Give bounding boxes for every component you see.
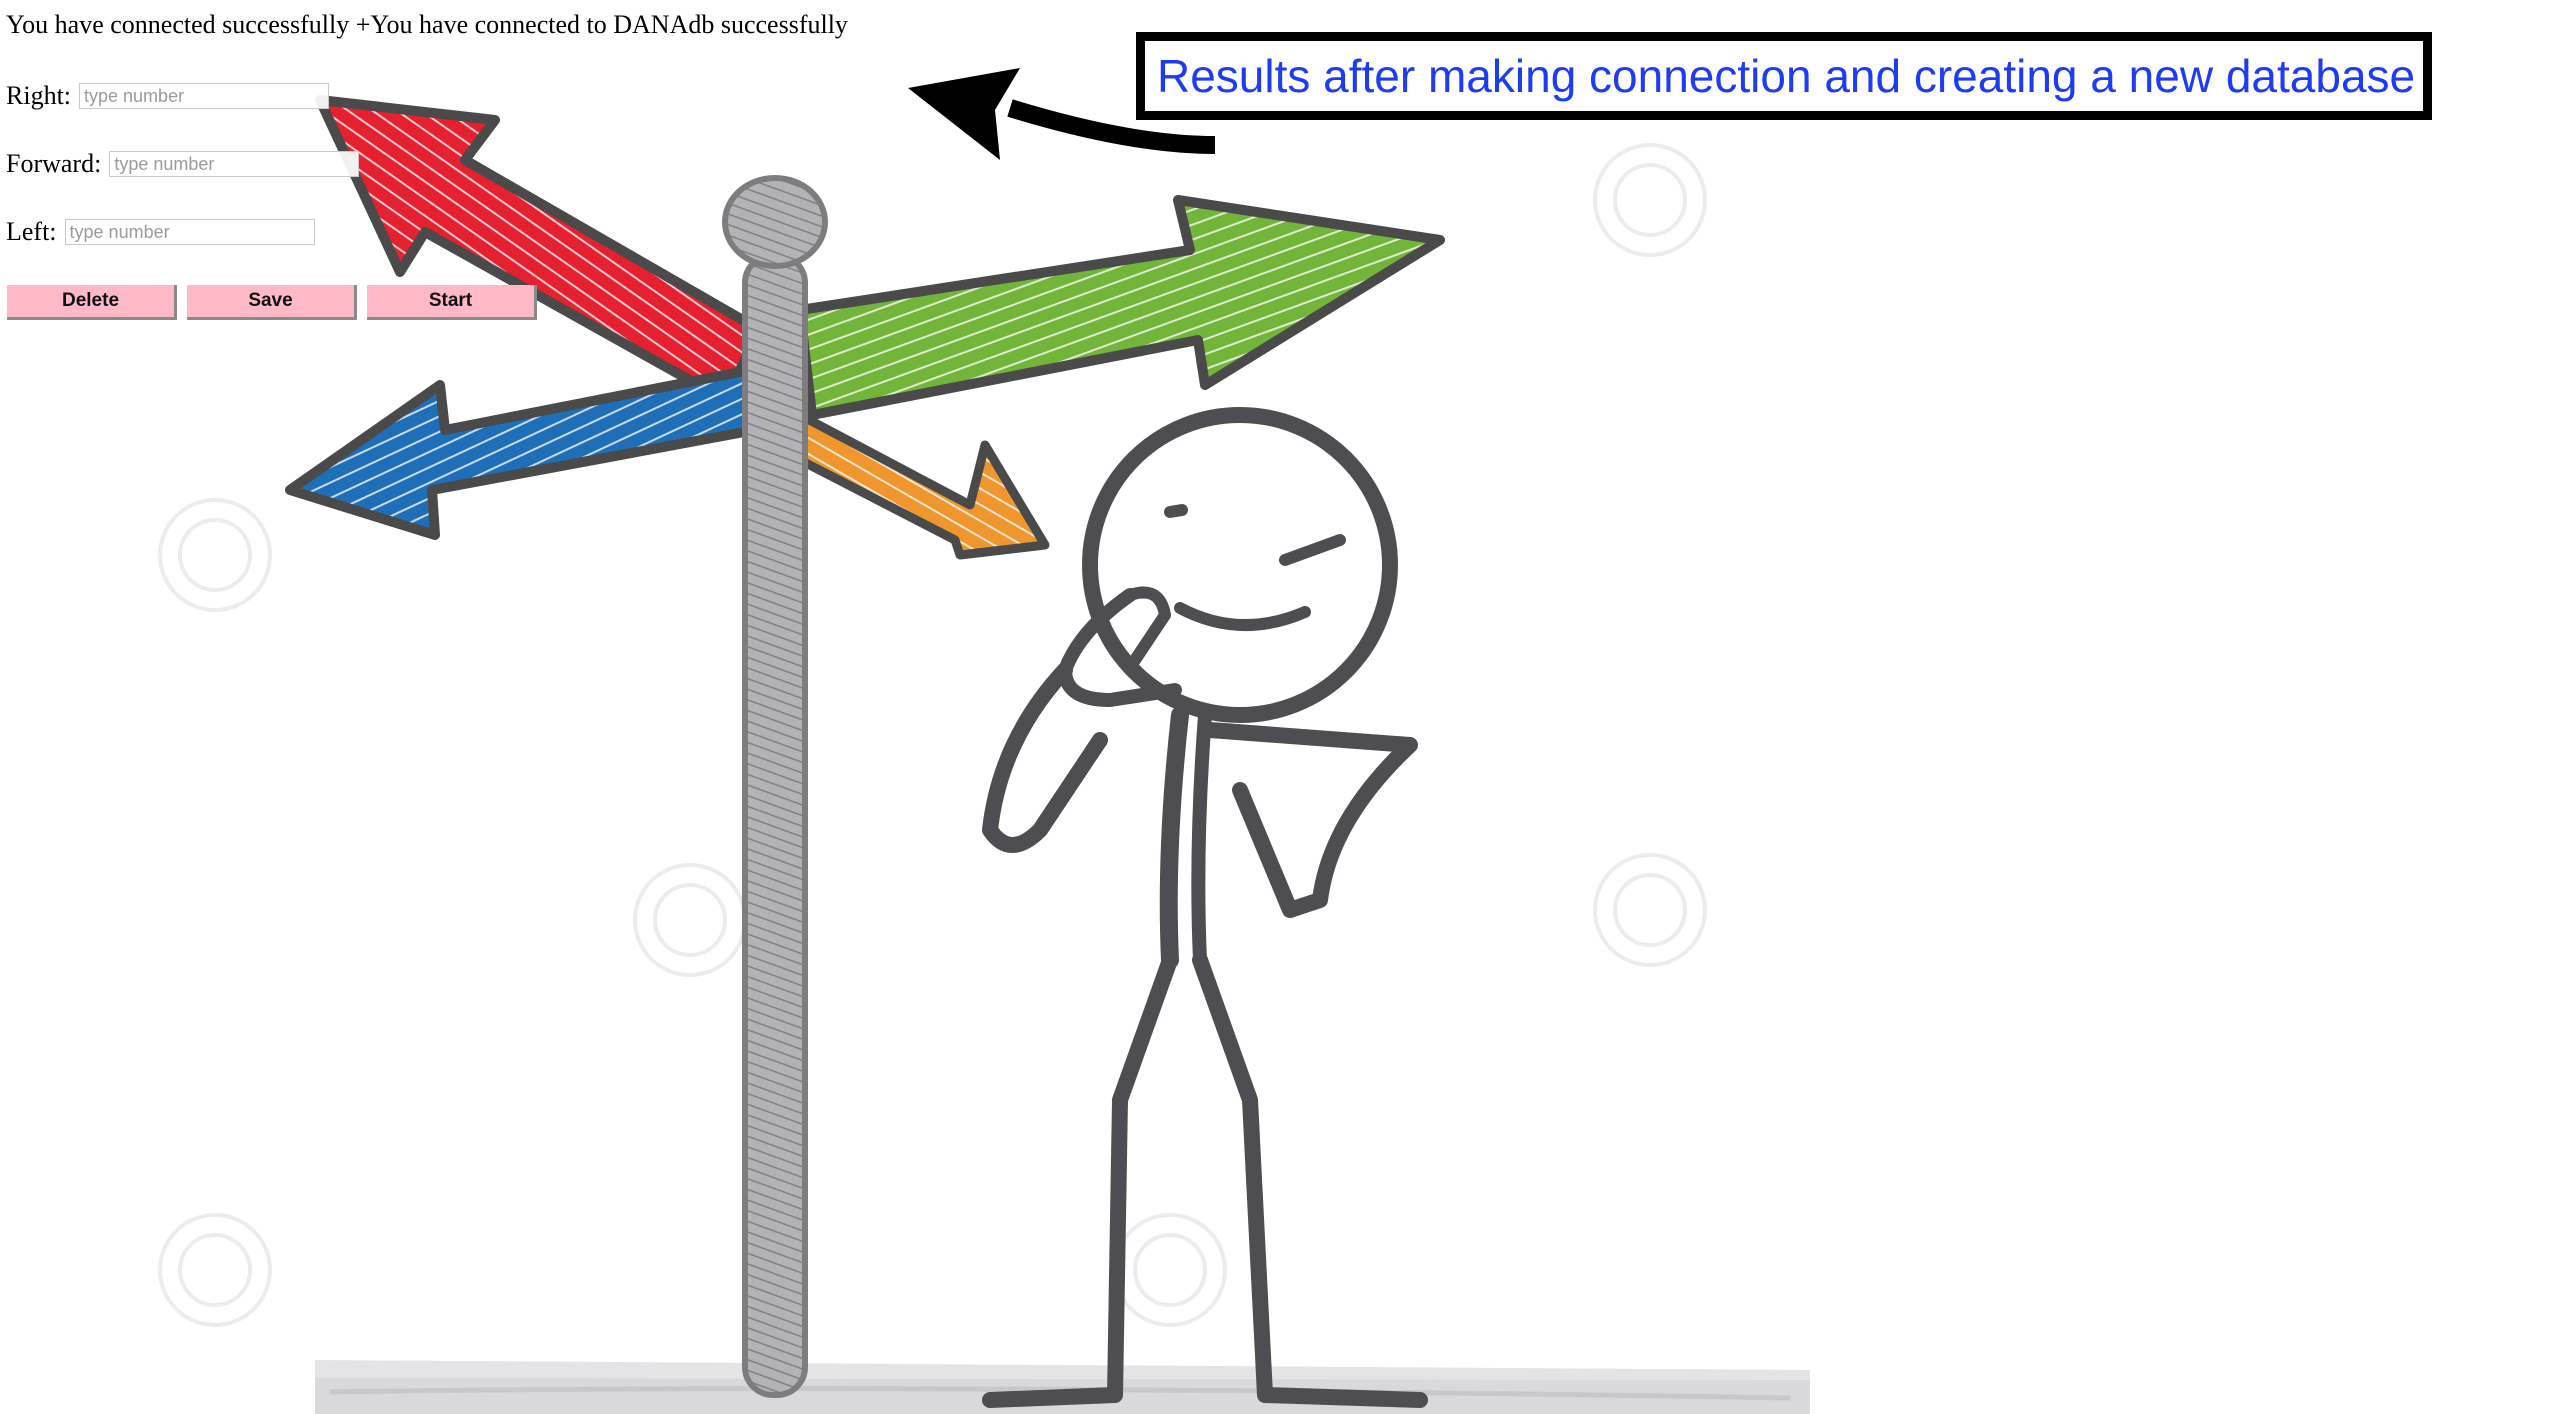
save-button[interactable]: Save: [187, 285, 357, 320]
annotation-callout: Results after making connection and crea…: [1136, 32, 2432, 120]
start-button[interactable]: Start: [367, 285, 537, 320]
green-arrow-icon: [795, 195, 1445, 420]
page: You have connected successfully +You hav…: [0, 0, 2552, 1414]
left-input[interactable]: [64, 219, 315, 245]
forward-label: Forward:: [6, 149, 102, 178]
action-buttons: Delete Save Start: [7, 285, 537, 320]
right-input[interactable]: [79, 83, 330, 109]
connection-status-message: You have connected successfully +You hav…: [6, 10, 848, 39]
signpost-illustration: [158, 95, 1810, 1414]
ground-shadow: [315, 1360, 1810, 1414]
orange-arrow-icon: [795, 410, 1050, 560]
red-arrow-icon: [315, 95, 765, 405]
forward-input[interactable]: [109, 151, 360, 177]
left-label: Left:: [6, 217, 57, 246]
blue-arrow-icon: [285, 365, 760, 540]
delete-button[interactable]: Delete: [7, 285, 177, 320]
right-label: Right:: [6, 81, 72, 110]
left-field-row: Left:: [6, 214, 315, 250]
thinking-stick-figure: [982, 407, 1428, 1408]
forward-field-row: Forward:: [6, 146, 360, 182]
callout-text: Results after making connection and crea…: [1157, 50, 2416, 102]
right-field-row: Right:: [6, 78, 330, 114]
